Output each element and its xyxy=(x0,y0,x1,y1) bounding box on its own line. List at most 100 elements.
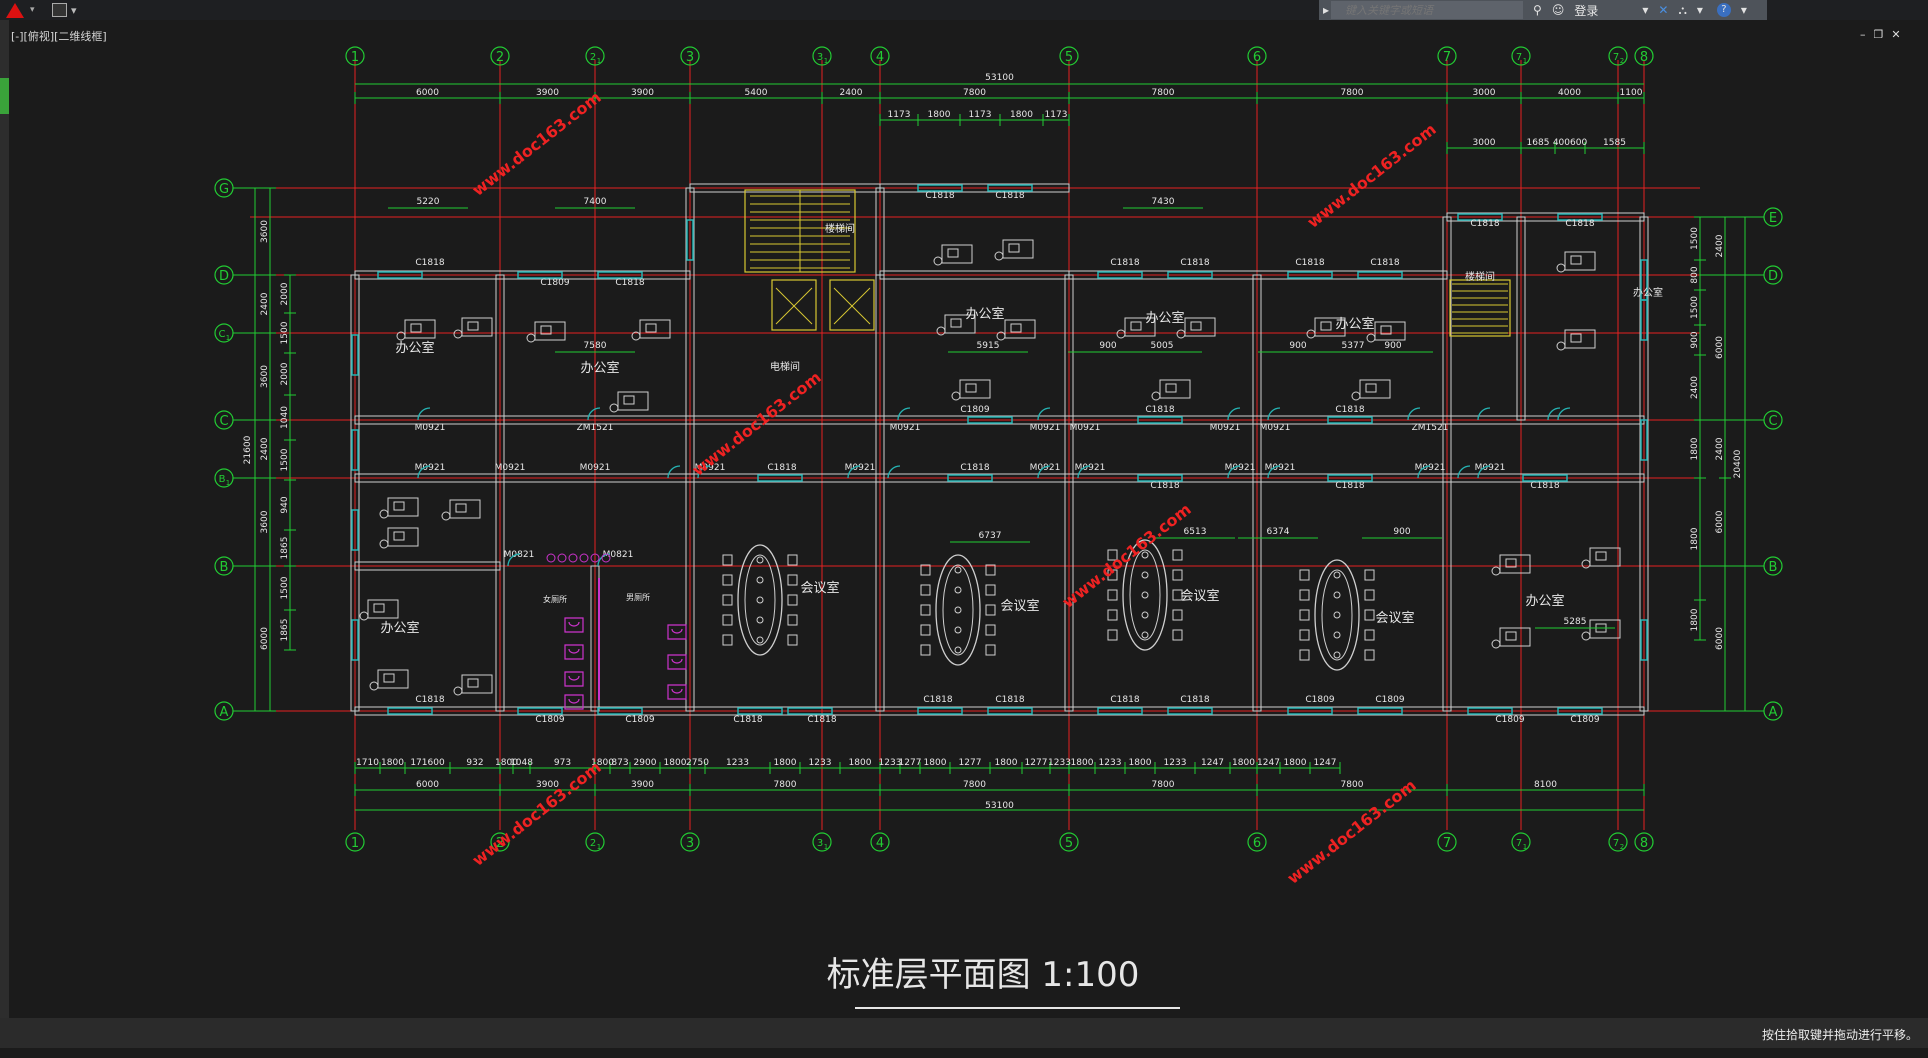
office-chair xyxy=(609,403,619,413)
room-label: 楼梯间 xyxy=(1465,270,1495,283)
watermark-text: www.doc163.com xyxy=(1059,500,1195,612)
bottom-detail-dimension-text: 1247 xyxy=(1201,758,1224,768)
door-tag: M0921 xyxy=(1260,423,1291,433)
door-tag: M0921 xyxy=(1030,423,1061,433)
window-tag: C1818 xyxy=(615,278,644,288)
left-dimension-text: 3600 xyxy=(260,365,270,388)
table-seat-marker xyxy=(1333,651,1341,659)
office-desk xyxy=(959,379,991,399)
conference-chair xyxy=(1107,609,1118,621)
office-desk xyxy=(1499,627,1531,647)
toilet-fixture xyxy=(667,624,687,640)
window-tag: C1818 xyxy=(995,695,1024,705)
room-label: 楼梯间 xyxy=(825,222,855,235)
drawing-canvas[interactable]: 11222 12 1333 13 1445566777 17 17 27 288GDC 1CB 1B… xyxy=(0,0,1928,1018)
internal-dimension: 5377 xyxy=(1342,341,1365,351)
window-tag: C1809 xyxy=(1305,695,1334,705)
top-dimension-text: 6000 xyxy=(416,88,439,98)
office-computer xyxy=(455,503,467,513)
axis-bubble-label: 6 xyxy=(1253,836,1261,851)
window-tag: C1818 xyxy=(1295,258,1324,268)
room-label: 办公室 xyxy=(380,620,419,636)
top-right-dimension-text: 1585 xyxy=(1603,138,1626,148)
axis-bubble-sub: 2 xyxy=(1620,57,1624,65)
left-dimension-text: 2400 xyxy=(260,292,270,315)
room-label: 会议室 xyxy=(1180,588,1219,604)
conference-chair xyxy=(985,584,996,596)
conference-chair xyxy=(1172,629,1183,641)
right-detail-dimension-text: 2400 xyxy=(1690,376,1700,399)
axis-bubble-label: 8 xyxy=(1640,836,1648,851)
window-tag: C1818 xyxy=(925,191,954,201)
axis-bubble-label: 7 xyxy=(1613,52,1619,63)
table-seat-marker xyxy=(756,616,764,624)
window-tag: C1818 xyxy=(1335,405,1364,415)
conference-chair xyxy=(787,554,798,566)
left-dimension-text: 3600 xyxy=(260,220,270,243)
door-swing xyxy=(1457,465,1471,479)
axis-bubble-sub: 1 xyxy=(226,334,230,342)
axis-bubble-label: 7 xyxy=(1516,52,1522,63)
axis-bubble-label: 8 xyxy=(1640,50,1648,65)
bottom-detail-dimension-text: 2750 xyxy=(686,758,709,768)
bottom-detail-dimension-text: 1710 xyxy=(356,758,379,768)
conference-chair xyxy=(1364,609,1375,621)
window-tag: C1818 xyxy=(733,715,762,725)
office-computer xyxy=(1505,631,1517,641)
window-tag: C1818 xyxy=(1335,481,1364,491)
window-tag: C1818 xyxy=(995,191,1024,201)
office-chair xyxy=(936,326,946,336)
axis-bubble-label: 2 xyxy=(590,838,596,849)
room-label: 会议室 xyxy=(1375,610,1414,626)
axis-bubble-label: 3 xyxy=(817,52,823,63)
axis-bubble-sub: 1 xyxy=(1523,57,1527,65)
office-computer xyxy=(645,323,657,333)
axis-bubble-label: 5 xyxy=(1065,836,1073,851)
left-total-dimension: 21600 xyxy=(243,435,253,464)
axis-bubble-label: 4 xyxy=(876,50,884,65)
table-seat-marker xyxy=(756,576,764,584)
washbasin-fixture xyxy=(557,553,567,563)
office-desk xyxy=(387,497,419,517)
office-computer xyxy=(1570,255,1582,265)
room-label: 女厕所 xyxy=(543,594,567,604)
bottom-detail-dimension-text: 1233 xyxy=(1164,758,1187,768)
office-desk xyxy=(1159,379,1191,399)
door-tag: M0921 xyxy=(890,423,921,433)
door-tag: M0921 xyxy=(1030,463,1061,473)
window-tag: C1818 xyxy=(1110,695,1139,705)
axis-bubble-label: B xyxy=(219,474,226,485)
bottom-detail-dimension-text: 1800 xyxy=(849,758,872,768)
conference-chair xyxy=(920,624,931,636)
conference-chair xyxy=(1299,589,1310,601)
conference-chair xyxy=(920,644,931,656)
bottom-detail-dimension-text: 1277 xyxy=(1025,758,1048,768)
office-chair xyxy=(1491,566,1501,576)
internal-dimension: 5285 xyxy=(1564,617,1587,627)
right-dimension-text: 6000 xyxy=(1715,336,1725,359)
watermark-text: www.doc163.com xyxy=(469,758,605,870)
office-desk xyxy=(1374,321,1406,341)
office-desk xyxy=(1564,251,1596,271)
axis-bubble-label: 5 xyxy=(1065,50,1073,65)
table-seat-marker xyxy=(756,596,764,604)
stair-outline xyxy=(1449,279,1511,337)
room-label: 男厕所 xyxy=(626,592,650,602)
right-dimension-text: 2400 xyxy=(1715,437,1725,460)
left-detail-dimension-text: 940 xyxy=(280,496,290,513)
table-seat-marker xyxy=(1141,591,1149,599)
left-detail-dimension-text: 2000 xyxy=(280,282,290,305)
conference-chair xyxy=(1107,589,1118,601)
left-detail-dimension-text: 1865 xyxy=(280,619,290,642)
axis-bubble-label: 1 xyxy=(351,836,359,851)
axis-bubble-label: 4 xyxy=(876,836,884,851)
axis-bubble-label: C xyxy=(219,329,226,340)
office-chair xyxy=(1306,329,1316,339)
axis-bubble-label: D xyxy=(1768,269,1778,284)
watermark-text: www.doc163.com xyxy=(1284,776,1420,888)
office-computer xyxy=(965,383,977,393)
bottom-detail-dimension-text: 1233 xyxy=(726,758,749,768)
conference-chair xyxy=(722,634,733,646)
axis-bubble-label: B xyxy=(1769,560,1778,575)
conference-chair xyxy=(1107,629,1118,641)
